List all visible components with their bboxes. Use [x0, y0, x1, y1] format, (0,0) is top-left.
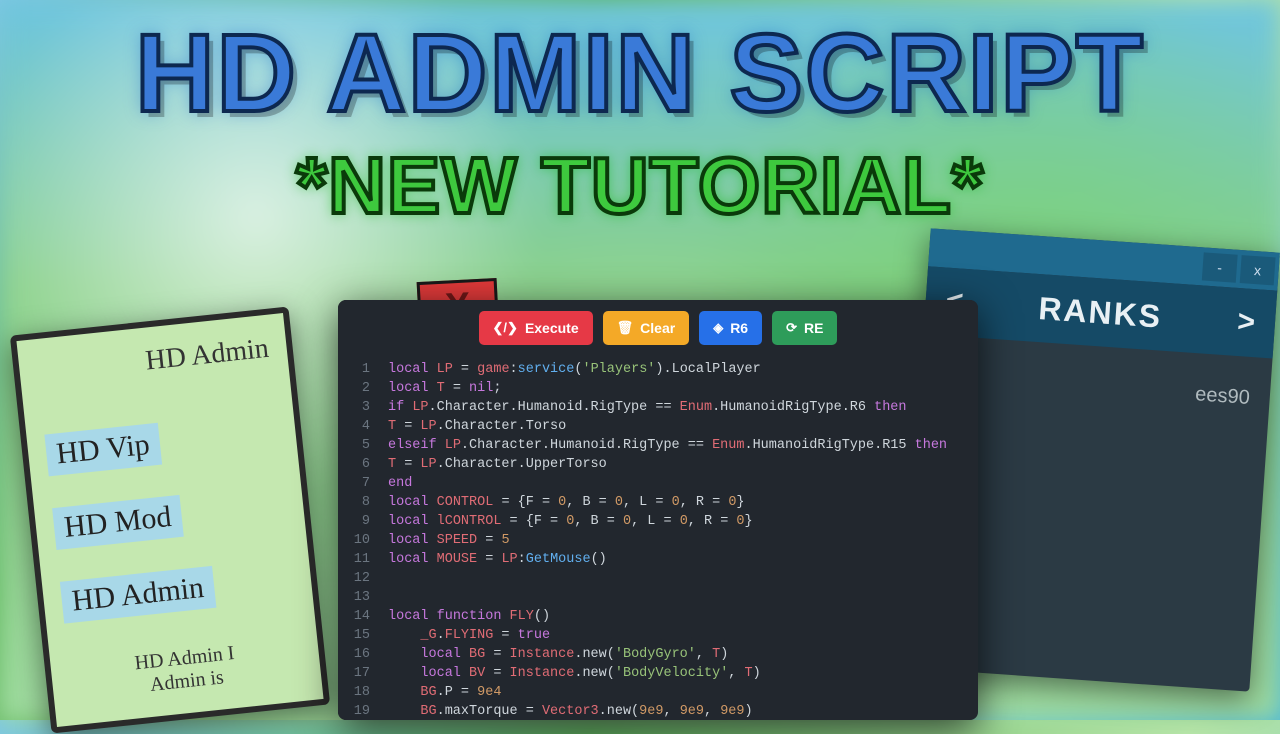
cube-icon: ◈ — [713, 320, 723, 336]
clear-button[interactable]: 🗑 Clear — [603, 311, 690, 345]
rank-chip-vip[interactable]: HD Vip — [44, 423, 161, 477]
title-sub: *NEW TUTORIAL* — [296, 140, 984, 232]
execute-button[interactable]: ❮/❯ Execute — [479, 311, 593, 345]
title-main: HD ADMIN SCRIPT — [135, 10, 1145, 137]
re-label: RE — [804, 320, 823, 336]
nav-next[interactable]: > — [1216, 304, 1276, 342]
r6-label: R6 — [730, 320, 748, 336]
rank-chip-admin[interactable]: HD Admin — [60, 566, 216, 624]
refresh-icon: ⟳ — [786, 320, 797, 336]
minimize-button[interactable]: - — [1202, 252, 1238, 282]
code-icon: ❮/❯ — [493, 320, 518, 336]
admin-header: HD Admin — [36, 333, 270, 389]
admin-footer: HD Admin I Admin is — [68, 635, 304, 705]
re-button[interactable]: ⟳ RE — [772, 311, 837, 345]
code-area[interactable]: local LP = game:service('Players').Local… — [380, 356, 978, 720]
hd-admin-panel: HD Admin HD Vip HD Mod HD Admin HD Admin… — [10, 306, 330, 733]
clear-label: Clear — [640, 320, 675, 336]
r6-button[interactable]: ◈ R6 — [699, 311, 762, 345]
ranks-title: RANKS — [982, 286, 1219, 339]
rank-chip-mod[interactable]: HD Mod — [52, 495, 183, 550]
execute-label: Execute — [525, 320, 579, 336]
trash-icon: 🗑 — [617, 320, 634, 336]
line-gutter: 12345678910111213141516171819 — [338, 356, 380, 720]
editor-body[interactable]: 12345678910111213141516171819 local LP =… — [338, 356, 978, 720]
editor-toolbar: ❮/❯ Execute 🗑 Clear ◈ R6 ⟳ RE — [338, 300, 978, 356]
close-button[interactable]: x — [1240, 255, 1276, 285]
script-editor: ❮/❯ Execute 🗑 Clear ◈ R6 ⟳ RE 1234567891… — [338, 300, 978, 720]
